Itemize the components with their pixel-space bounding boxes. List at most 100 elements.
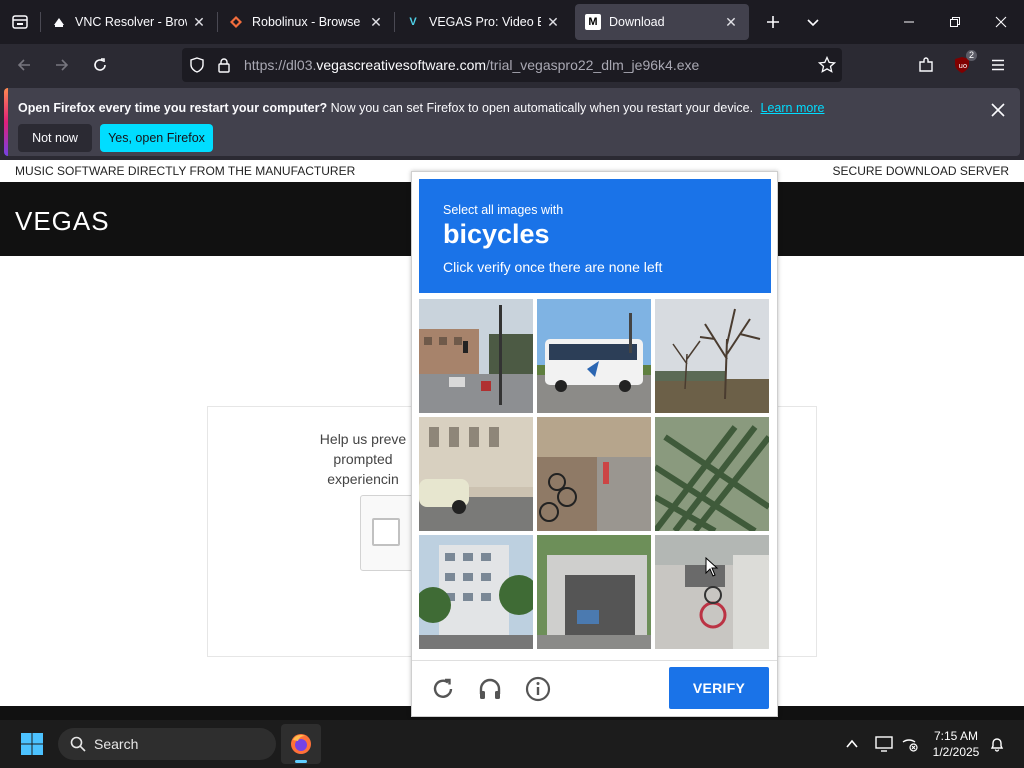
close-tab-icon[interactable]: ✕ [723,14,739,31]
reload-icon [94,58,106,71]
mouse-cursor-icon [705,557,719,577]
new-tab-button[interactable] [753,0,793,44]
svg-text:uo: uo [959,62,968,70]
not-now-button[interactable]: Not now [18,124,92,152]
back-button[interactable] [6,49,42,81]
taskbar-search[interactable]: Search [58,728,276,760]
image-tile[interactable] [655,417,769,531]
tab-title: Download [609,15,665,29]
tracking-shield-icon[interactable] [182,57,212,73]
tab-robolinux[interactable]: Robolinux - Browse File ✕ [218,4,394,40]
tab-download[interactable]: M Download ✕ [575,4,749,40]
active-indicator [295,760,307,763]
monitor-icon [875,736,893,752]
captcha-checkbox[interactable] [372,518,400,546]
notifications-button[interactable] [986,728,1008,760]
lock-icon[interactable] [212,57,236,73]
taskbar: Search 7:15 AM 1/2/2025 [0,720,1024,768]
image-tile[interactable] [419,417,533,531]
firefox-icon [291,734,311,754]
bare-tree-image [655,299,769,413]
m-icon: M [585,14,601,30]
default-browser-notification: Open Firefox every time you restart your… [4,88,1020,156]
notification-text: Now you can set Firefox to open automati… [330,101,754,115]
verification-line: experiencin [327,471,399,487]
list-all-tabs-button[interactable] [793,0,833,44]
navigation-toolbar: https://dl03.vegascreativesoftware.com/t… [0,44,1024,86]
address-bar[interactable]: https://dl03.vegascreativesoftware.com/t… [182,48,842,82]
image-tile[interactable] [655,535,769,649]
show-hidden-icons-button[interactable] [840,728,864,760]
coach-bus-image [537,299,651,413]
toolbar-right: uo 2 [908,48,1016,82]
extension-badge: 2 [965,50,977,61]
audio-challenge-button[interactable] [475,674,505,704]
captcha-challenge: Select all images with bicycles Click ve… [411,171,778,717]
verify-button[interactable]: VERIFY [669,667,769,709]
image-tile[interactable] [655,299,769,413]
chevron-up-icon [846,739,858,748]
plus-icon [767,16,779,28]
info-button[interactable] [523,674,553,704]
firefox-taskbar-button[interactable] [281,724,321,764]
tab-vnc-resolver[interactable]: VNC Resolver - Browse ✕ [41,4,217,40]
restore-icon [950,17,960,27]
yes-open-firefox-button[interactable]: Yes, open Firefox [100,124,213,152]
display-tray-button[interactable] [872,728,896,760]
url-text[interactable]: https://dl03.vegascreativesoftware.com/t… [244,57,699,73]
learn-more-link[interactable]: Learn more [761,101,825,115]
network-tray-button[interactable] [898,728,922,760]
minimize-icon [904,21,914,23]
challenge-subtext: Click verify once there are none left [443,259,663,275]
refresh-challenge-button[interactable] [428,674,458,704]
sidewalk-bicycles-image [537,417,651,531]
image-tile[interactable] [537,535,651,649]
close-icon [995,16,1007,28]
vnc-icon [51,14,67,30]
challenge-target: bicycles [443,219,550,249]
tab-title: VNC Resolver - Browse [75,15,187,29]
image-tile[interactable] [419,299,533,413]
arrow-left-icon [17,59,30,71]
headphones-icon [479,678,501,699]
lattice-structure-image [655,417,769,531]
forward-button[interactable] [44,49,80,81]
firefox-view-button[interactable] [0,0,40,44]
firefox-view-icon [12,15,28,29]
search-icon [70,736,86,752]
bell-icon [990,738,1004,752]
verification-line: Help us preve [319,431,407,447]
ublock-button[interactable]: uo 2 [944,48,980,82]
image-tile[interactable] [537,417,651,531]
clock[interactable]: 7:15 AM 1/2/2025 [920,728,992,760]
network-disconnected-icon [902,739,918,752]
close-tab-icon[interactable]: ✕ [368,14,384,31]
image-tile[interactable] [537,299,651,413]
tab-vegas-pro[interactable]: V VEGAS Pro: Video Editi ✕ [395,4,571,40]
close-tab-icon[interactable]: ✕ [545,14,561,31]
bookmark-star-icon[interactable] [817,55,837,79]
app-menu-button[interactable] [980,48,1016,82]
reload-button[interactable] [82,49,118,81]
challenge-instruction: Select all images with [443,203,564,217]
notification-accent [4,88,8,156]
close-notification-button[interactable] [986,98,1010,122]
hamburger-icon [992,59,1004,71]
start-button[interactable] [20,732,44,756]
info-icon [525,676,551,702]
vegas-logo[interactable]: VEGAS [15,206,110,237]
restore-button[interactable] [932,0,978,44]
extensions-button[interactable] [908,48,944,82]
image-tile[interactable] [419,535,533,649]
clock-date: 1/2/2025 [932,745,980,759]
vegas-icon: V [409,16,417,28]
close-tab-icon[interactable]: ✕ [191,14,207,31]
close-window-button[interactable] [978,0,1024,44]
tab-title: Robolinux - Browse File [252,15,364,29]
car-street-image [419,417,533,531]
chevron-down-icon [807,19,819,27]
tagline-right: SECURE DOWNLOAD SERVER [832,164,1009,178]
robolinux-icon [228,14,244,30]
bicycle-wall-image [655,535,769,649]
minimize-button[interactable] [886,0,932,44]
